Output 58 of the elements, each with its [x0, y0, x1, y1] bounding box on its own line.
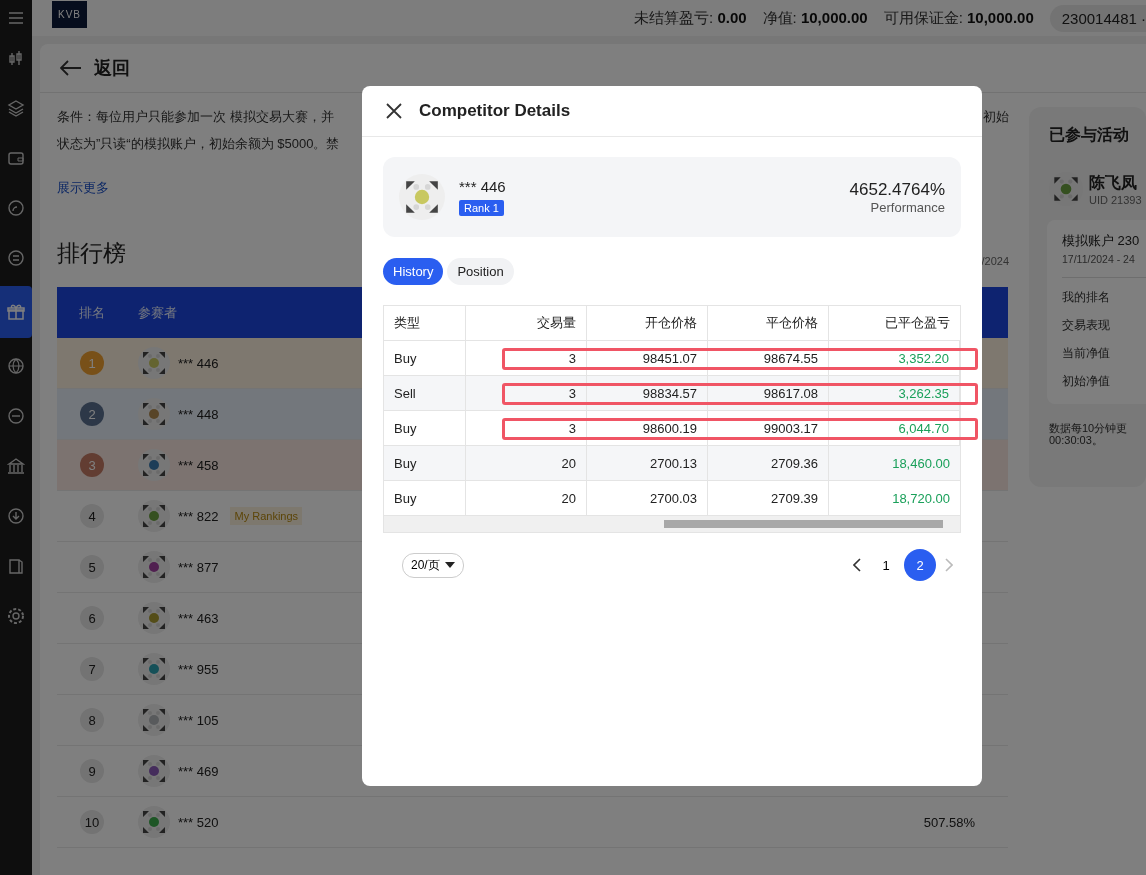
account-name: 模拟账户 230	[1062, 232, 1141, 250]
panel-title: 已参与活动	[1049, 125, 1130, 145]
date-text: /2024	[981, 255, 1009, 269]
column-header: 已平仓盈亏	[829, 306, 960, 341]
competitor-name: *** 448	[178, 406, 219, 422]
rank-badge: Rank 1	[459, 200, 504, 216]
competitor-name: *** 446	[178, 355, 219, 371]
stat-label: 初始净值	[1062, 373, 1111, 390]
column-header: 类型	[384, 306, 466, 341]
date-range: 17/11/2024 - 24	[1062, 253, 1146, 278]
column-header: 排名	[78, 303, 106, 322]
competitor-name: *** 822	[178, 508, 219, 524]
rank-badge: 8	[80, 708, 104, 732]
conditions-text: 状态为”只读“的模拟账户，初始余额为 $5000。禁	[57, 136, 340, 151]
table-cell: 2709.36	[708, 446, 829, 481]
competitor-name: *** 105	[178, 712, 219, 728]
rank-badge: 2	[80, 402, 104, 426]
table-cell: 2700.13	[587, 446, 708, 481]
table-cell: 20	[466, 446, 587, 481]
table-cell: 18,460.00	[829, 446, 960, 481]
competitor-name: *** 446	[459, 178, 506, 195]
column-header: 参赛者	[137, 303, 178, 322]
user-id: UID 21393	[1089, 193, 1142, 206]
update-note: 数据每10分钟更 00:30:03。	[1049, 422, 1129, 446]
rank-badge: 4	[80, 504, 104, 528]
conditions-text: 初始	[983, 108, 1009, 126]
my-rankings-tag: My Rankings	[230, 507, 303, 525]
competitor-name: *** 955	[178, 661, 219, 677]
column-header: 开仓价格	[587, 306, 708, 341]
competitor-name: *** 520	[178, 814, 219, 830]
rank-badge: 7	[80, 657, 104, 681]
rank-badge: 5	[80, 555, 104, 579]
rank-badge: 10	[80, 810, 104, 834]
competitor-name: *** 463	[178, 610, 219, 626]
stat-label: 交易表现	[1062, 317, 1111, 334]
competitor-name: *** 458	[178, 457, 219, 473]
performance-value: 4652.4764%	[849, 179, 945, 200]
competitor-name: *** 877	[178, 559, 219, 575]
table-cell: Sell	[384, 376, 466, 411]
competitor-name: *** 469	[178, 763, 219, 779]
rank-badge: 3	[80, 453, 104, 477]
column-header: 交易量	[466, 306, 587, 341]
stat-label: 当前净值	[1062, 345, 1111, 362]
account-stat: 可用保证金: 10,000.00	[883, 8, 1034, 28]
logo: KVB	[52, 0, 87, 28]
stat-label: 我的排名	[1062, 289, 1111, 306]
dialog-title: Competitor Details	[419, 101, 571, 121]
account-stat: 净值: 10,000.00	[762, 8, 868, 28]
rank-badge: 6	[80, 606, 104, 630]
performance-value: 507.58%	[923, 814, 976, 830]
user-name: 陈飞凤	[1089, 172, 1138, 193]
table-cell: Buy	[384, 446, 466, 481]
rank-badge: 9	[80, 759, 104, 783]
rank-badge: 1	[80, 351, 104, 375]
leaderboard-title: 排行榜	[57, 239, 126, 268]
account-stat: 未结算盈亏: 0.00	[634, 8, 747, 28]
column-header: 平仓价格	[708, 306, 829, 341]
performance-label: Performance	[869, 199, 945, 215]
